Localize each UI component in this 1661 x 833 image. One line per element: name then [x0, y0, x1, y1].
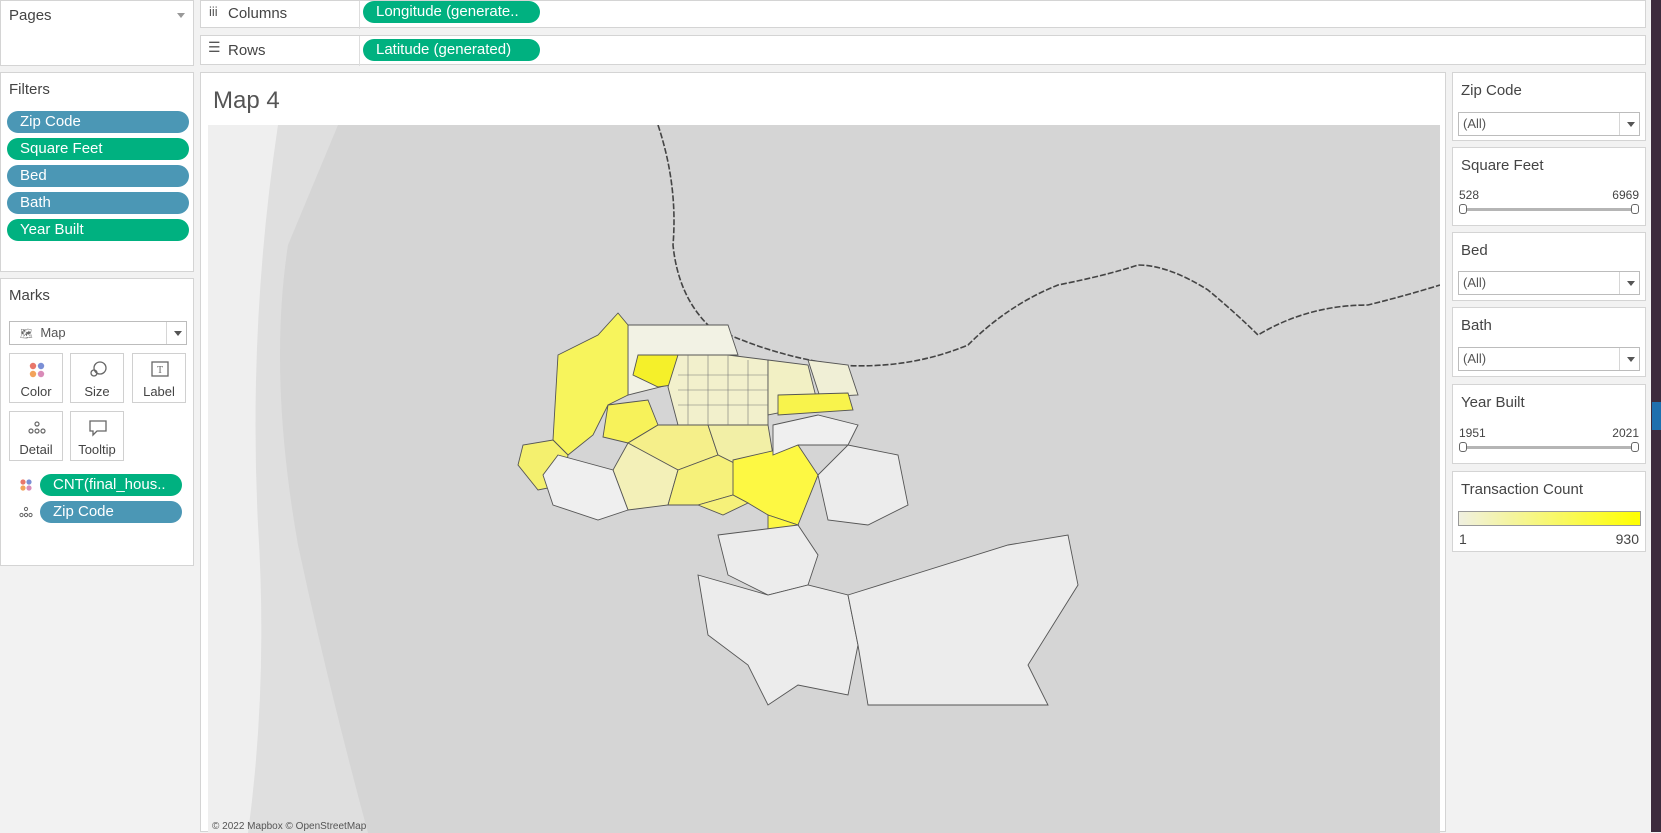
detail-icon [28, 421, 46, 434]
filter-pill-zip-code[interactable]: Zip Code [7, 111, 189, 133]
marks-tooltip-button[interactable]: Tooltip [70, 411, 124, 461]
legend-color-ramp [1458, 511, 1641, 526]
map-mark-icon: 🗺 [20, 329, 33, 340]
marks-card[interactable]: Marks 🗺 Map Color Size T Label Detail To… [0, 278, 194, 566]
chevron-down-icon[interactable] [1619, 272, 1639, 294]
rows-icon: ☰ [208, 39, 221, 55]
size-label: Size [84, 384, 110, 399]
label-icon: T [151, 361, 169, 377]
zip-code-quick-filter[interactable]: Zip Code (All) [1452, 72, 1646, 141]
year-built-quick-filter[interactable]: Year Built 1951 2021 [1452, 384, 1646, 464]
filter-pill-year-built[interactable]: Year Built [7, 219, 189, 241]
filter-pill-bed[interactable]: Bed [7, 165, 189, 187]
detail-field-icon [19, 506, 33, 518]
view-title: Map 4 [213, 87, 280, 114]
zip-code-select-value: (All) [1463, 116, 1487, 131]
year-built-max: 2021 [1612, 426, 1639, 440]
shelf-divider [359, 36, 360, 66]
filter-pill-square-feet[interactable]: Square Feet [7, 138, 189, 160]
bath-select-value: (All) [1463, 351, 1487, 366]
marks-size-button[interactable]: Size [70, 353, 124, 403]
bed-select[interactable]: (All) [1458, 271, 1640, 295]
columns-shelf[interactable]: iii Columns Longitude (generate.. [200, 0, 1646, 29]
bath-filter-title: Bath [1461, 317, 1492, 334]
bath-quick-filter[interactable]: Bath (All) [1452, 307, 1646, 377]
columns-icon: iii [209, 4, 218, 19]
columns-pill-longitude[interactable]: Longitude (generate.. [363, 1, 540, 23]
bed-select-value: (All) [1463, 275, 1487, 290]
square-feet-filter-title: Square Feet [1461, 157, 1544, 174]
marks-pill-cnt[interactable]: CNT(final_hous.. [40, 474, 182, 496]
filters-title: Filters [9, 81, 50, 98]
bed-filter-title: Bed [1461, 242, 1488, 259]
square-feet-slider-max-handle[interactable] [1631, 204, 1639, 214]
shelf-divider [359, 1, 360, 29]
mark-type-value: Map [40, 325, 66, 340]
map-attribution: © 2022 Mapbox © OpenStreetMap [212, 821, 367, 832]
detail-label: Detail [19, 442, 53, 457]
rows-label: Rows [228, 42, 266, 59]
filters-card[interactable]: Filters Zip Code Square Feet Bed Bath Ye… [0, 72, 194, 272]
transaction-count-legend[interactable]: Transaction Count 1 930 [1452, 471, 1646, 552]
zip-code-filter-title: Zip Code [1461, 82, 1522, 99]
square-feet-quick-filter[interactable]: Square Feet 528 6969 [1452, 147, 1646, 226]
year-built-slider-min-handle[interactable] [1459, 442, 1467, 452]
legend-max: 930 [1615, 531, 1639, 547]
year-built-min: 1951 [1459, 426, 1486, 440]
marks-detail-button[interactable]: Detail [9, 411, 63, 461]
bed-quick-filter[interactable]: Bed (All) [1452, 232, 1646, 301]
bath-select[interactable]: (All) [1458, 347, 1640, 371]
marks-label-button[interactable]: T Label [132, 353, 186, 403]
marks-color-button[interactable]: Color [9, 353, 63, 403]
size-icon [90, 361, 107, 377]
square-feet-slider-track[interactable] [1463, 208, 1635, 211]
pages-title: Pages [9, 7, 52, 24]
year-built-filter-title: Year Built [1461, 394, 1525, 411]
zip-code-select[interactable]: (All) [1458, 112, 1640, 136]
columns-label: Columns [228, 5, 288, 22]
chevron-down-icon[interactable] [1619, 348, 1639, 370]
pages-card[interactable]: Pages [0, 0, 194, 66]
window-edge-accent [1652, 402, 1661, 430]
tooltip-icon [89, 420, 107, 437]
square-feet-min: 528 [1459, 188, 1480, 202]
pages-collapse-icon[interactable] [177, 13, 185, 18]
legend-min: 1 [1459, 531, 1467, 547]
year-built-slider-max-handle[interactable] [1631, 442, 1639, 452]
view-card[interactable]: Map 4 © 2022 Mapbox © OpenStreetMap [200, 72, 1446, 833]
marks-pill-zip-code[interactable]: Zip Code [40, 501, 182, 523]
marks-title: Marks [9, 287, 50, 304]
tooltip-label: Tooltip [78, 442, 116, 457]
color-icon [29, 362, 45, 378]
svg-text:T: T [157, 365, 163, 376]
rows-pill-latitude[interactable]: Latitude (generated) [363, 39, 540, 61]
map-canvas[interactable]: © 2022 Mapbox © OpenStreetMap [208, 125, 1440, 833]
rows-shelf[interactable]: ☰ Rows Latitude (generated) [200, 35, 1646, 66]
mark-type-select[interactable]: 🗺 Map [9, 321, 187, 345]
square-feet-max: 6969 [1612, 188, 1639, 202]
filter-pill-bath[interactable]: Bath [7, 192, 189, 214]
legend-title: Transaction Count [1461, 481, 1584, 498]
chevron-down-icon[interactable] [1619, 113, 1639, 135]
square-feet-slider-min-handle[interactable] [1459, 204, 1467, 214]
color-label: Color [20, 384, 52, 399]
label-label: Label [143, 384, 175, 399]
color-field-icon [20, 479, 32, 491]
year-built-slider-track[interactable] [1463, 446, 1635, 449]
chevron-down-icon[interactable] [166, 322, 186, 344]
